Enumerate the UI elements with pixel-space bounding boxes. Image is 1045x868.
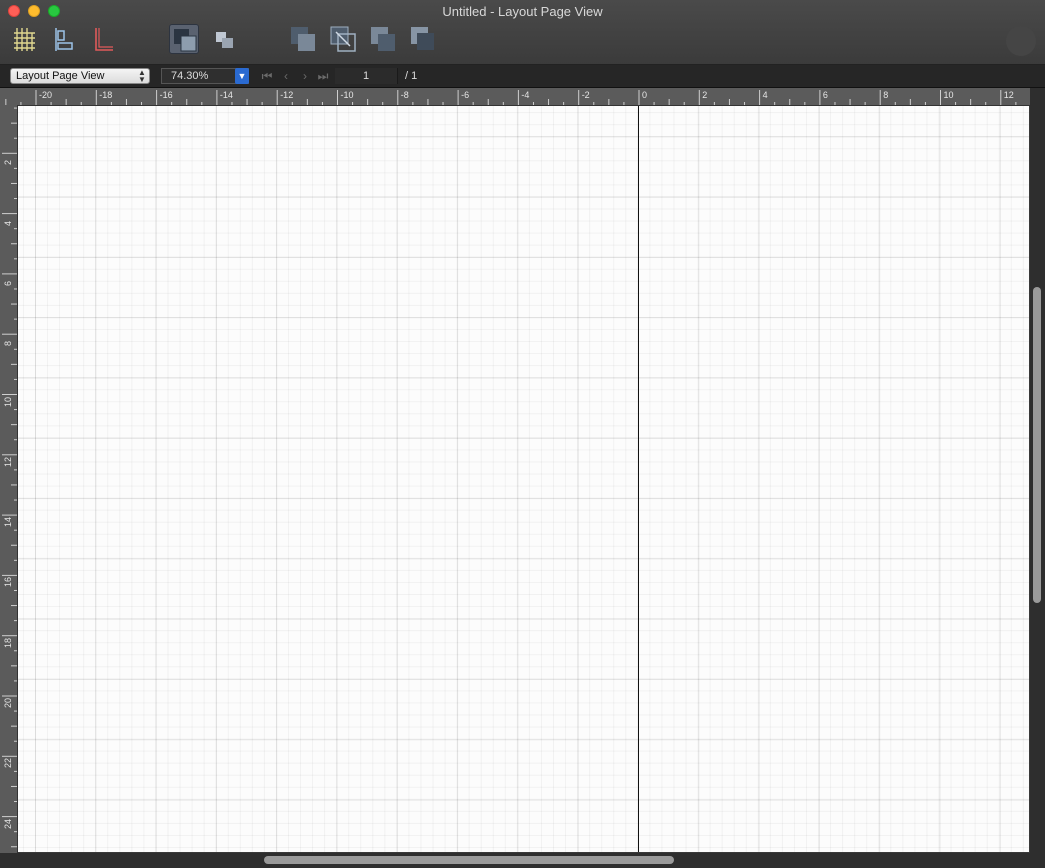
title-bar: Untitled - Layout Page View xyxy=(0,0,1045,65)
ruler-label: 18 xyxy=(3,637,13,648)
align-tool-button[interactable] xyxy=(49,24,79,54)
ruler-label: 12 xyxy=(1003,90,1014,100)
origin-guide-line xyxy=(638,106,639,852)
window-title: Untitled - Layout Page View xyxy=(442,4,603,19)
ruler-label: 6 xyxy=(3,280,13,286)
group-icon xyxy=(330,26,356,52)
send-backward-button[interactable] xyxy=(368,24,398,54)
user-avatar[interactable] xyxy=(1006,26,1036,56)
grid-tool-button[interactable] xyxy=(9,24,39,54)
ruler-label: -6 xyxy=(461,90,470,100)
view-mode-select[interactable]: Layout Page View ▲ ▼ xyxy=(10,68,150,84)
bring-forward-icon xyxy=(291,27,315,51)
ruler-label: 10 xyxy=(943,90,954,100)
send-back-icon xyxy=(216,32,233,48)
ruler-label: 4 xyxy=(3,220,13,226)
ruler-label: 22 xyxy=(3,758,13,769)
ruler-label: -4 xyxy=(521,90,530,100)
ruler-label: 4 xyxy=(762,90,768,100)
view-mode-label: Layout Page View xyxy=(16,70,105,82)
ruler-label: 2 xyxy=(702,90,708,100)
horizontal-scroll-thumb[interactable] xyxy=(264,856,674,864)
chevron-right-icon: › xyxy=(303,69,307,83)
arrange-button[interactable] xyxy=(408,24,438,54)
ruler-label: -14 xyxy=(219,90,233,100)
ruler-label: 12 xyxy=(3,456,13,467)
group-button[interactable] xyxy=(328,24,358,54)
vertical-scroll-thumb[interactable] xyxy=(1033,287,1041,603)
horizontal-ruler-ticks xyxy=(5,90,1017,105)
margins-icon xyxy=(95,28,113,51)
prev-page-button[interactable]: ‹ xyxy=(278,68,294,84)
ruler-label: 24 xyxy=(3,818,13,829)
updown-arrows-icon: ▲ ▼ xyxy=(138,68,146,84)
bring-front-icon xyxy=(174,29,197,52)
bring-to-front-button[interactable] xyxy=(169,24,199,54)
navigation-bar: Layout Page View ▲ ▼ 74.30% ▼ ⏮ ‹ › ⏭ 1 /… xyxy=(0,65,1045,88)
ruler-label: 20 xyxy=(3,697,13,708)
ruler-label: 0 xyxy=(642,90,648,100)
next-page-button[interactable]: › xyxy=(297,68,313,84)
horizontal-ruler: -20 -18 -16 -14 -12 -10 -8 -6 -4 -2 0 2 4 6 8 10 12 xyxy=(0,88,1030,106)
ruler-label: -8 xyxy=(400,90,409,100)
zoom-dropdown-button[interactable]: ▼ xyxy=(235,68,249,84)
ruler-label: -10 xyxy=(340,90,354,100)
margins-tool-button[interactable] xyxy=(89,24,119,54)
layout-canvas[interactable] xyxy=(18,106,1029,852)
ruler-label: 10 xyxy=(3,396,13,407)
first-page-button[interactable]: ⏮ xyxy=(259,68,275,84)
send-backward-icon xyxy=(371,27,395,51)
chevron-left-icon: ‹ xyxy=(284,69,288,83)
ruler-label: -16 xyxy=(159,90,173,100)
ruler-label: 16 xyxy=(3,577,13,588)
first-page-icon: ⏮ xyxy=(261,69,273,83)
align-icon xyxy=(55,28,73,51)
vertical-ruler-ticks xyxy=(2,107,17,848)
page-number-field[interactable]: 1 xyxy=(335,68,398,84)
app-window: Untitled - Layout Page View Layout Page … xyxy=(0,0,1045,868)
chevron-down-icon: ▼ xyxy=(237,71,247,81)
last-page-button[interactable]: ⏭ xyxy=(315,68,331,84)
ruler-label: 8 xyxy=(883,90,889,100)
grid-icon xyxy=(14,28,35,51)
ruler-label: -12 xyxy=(280,90,294,100)
ruler-label: -18 xyxy=(99,90,113,100)
bring-forward-button[interactable] xyxy=(288,24,318,54)
ruler-label: 14 xyxy=(3,517,13,528)
ruler-label: -2 xyxy=(581,90,590,100)
ruler-label: 6 xyxy=(822,90,828,100)
last-page-icon: ⏭ xyxy=(317,69,329,83)
arrange-icon xyxy=(411,27,434,50)
send-to-back-button[interactable] xyxy=(209,24,239,54)
ruler-label: -20 xyxy=(39,90,53,100)
ruler-label: 2 xyxy=(3,160,13,166)
page-total-label: / 1 xyxy=(405,70,418,82)
ruler-label: 8 xyxy=(3,341,13,347)
vertical-ruler: 2 4 6 8 10 12 14 16 18 20 22 24 xyxy=(0,105,18,853)
